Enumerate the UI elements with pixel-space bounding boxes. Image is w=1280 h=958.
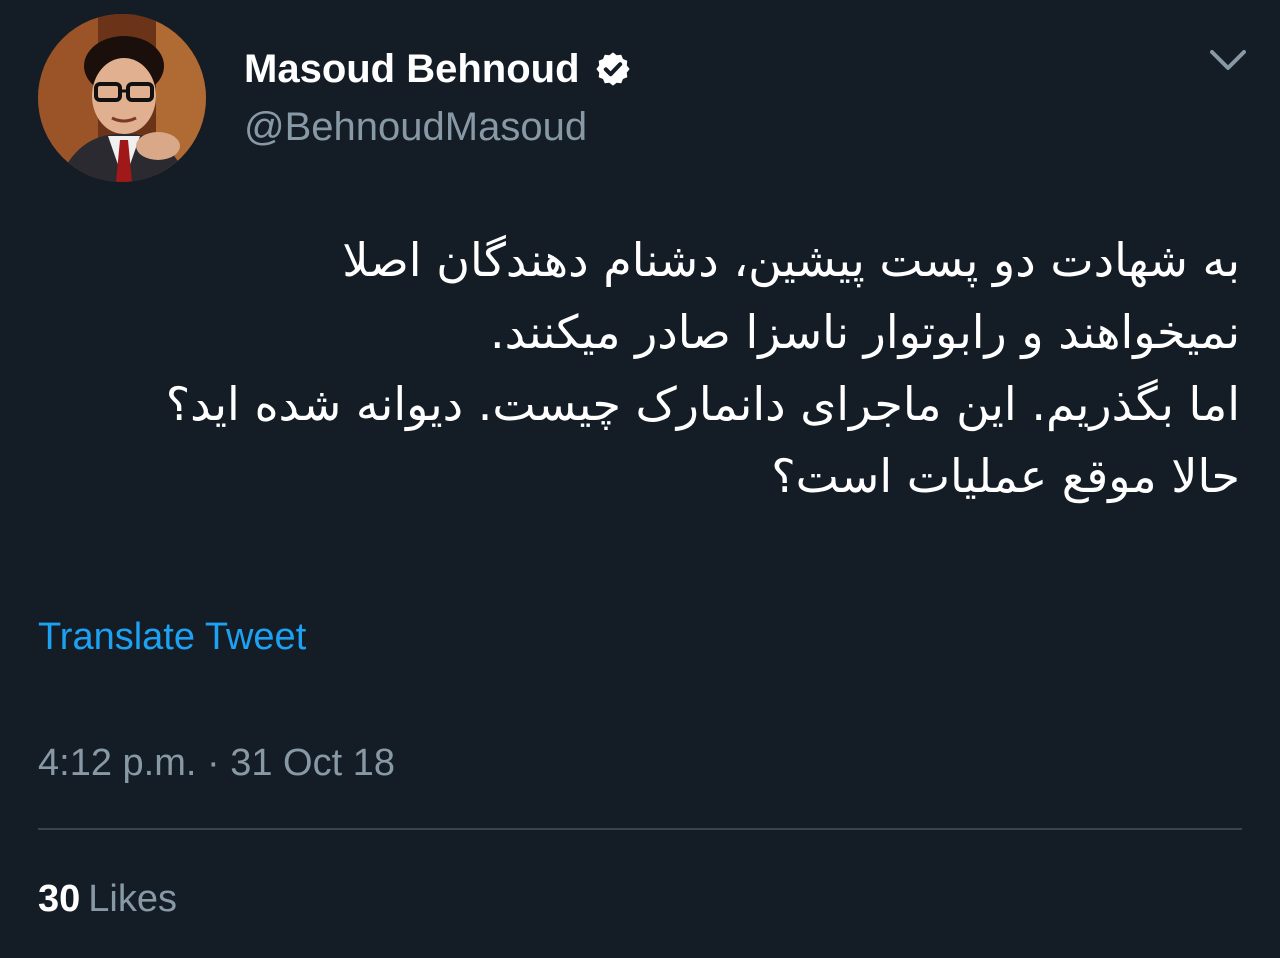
verified-badge-icon (596, 52, 630, 86)
chevron-down-icon[interactable] (1206, 42, 1250, 78)
tweet-text: به شهادت دو پست پیشین، دشنام دهندگان اصل… (30, 224, 1240, 512)
user-handle[interactable]: @BehnoudMasoud (244, 102, 587, 152)
tweet-timestamp[interactable]: 4:12 p.m. · 31 Oct 18 (38, 738, 395, 788)
tweet-text-line: اما بگذریم. این ماجرای دانمارک چیست. دیو… (165, 377, 1240, 431)
tweet-text-line: حالا موقع عملیات است؟ (771, 449, 1240, 503)
tweet-text-line: به شهادت دو پست پیشین، دشنام دهندگان اصل… (342, 233, 1240, 287)
avatar[interactable] (38, 14, 206, 182)
tweet-text-line: نمیخواهند و رابوتوار ناسزا صادر میکنند. (490, 305, 1240, 359)
likes-stat[interactable]: 30 Likes (38, 874, 177, 924)
display-name[interactable]: Masoud Behnoud (244, 44, 580, 94)
divider (38, 828, 1242, 830)
tweet-detail: Masoud Behnoud @BehnoudMasoud به شهادت د… (0, 0, 1280, 958)
likes-count: 30 (38, 878, 81, 920)
profile-photo-icon (38, 14, 206, 182)
translate-tweet-link[interactable]: Translate Tweet (38, 612, 306, 662)
likes-label: Likes (88, 878, 177, 920)
